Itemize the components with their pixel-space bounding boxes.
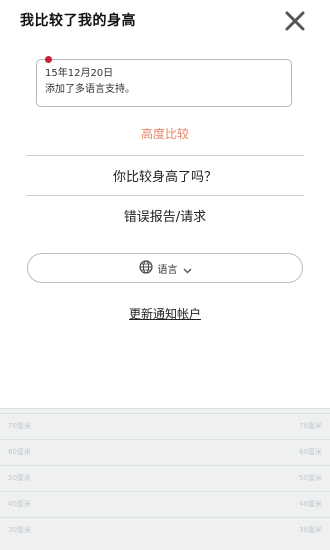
language-button[interactable]: 语言: [27, 253, 303, 283]
scale-row: 40厘米 40厘米: [0, 491, 330, 518]
scale-label-left: 70厘米: [8, 422, 31, 430]
scale-label-right: 70厘米: [299, 422, 322, 430]
scale-label-left: 40厘米: [8, 500, 31, 508]
close-icon[interactable]: [282, 8, 308, 34]
background-height-scale: 70厘米 70厘米 60厘米 60厘米 50厘米 50厘米 40厘米 40厘米 …: [0, 408, 330, 550]
scale-row: 60厘米 60厘米: [0, 439, 330, 466]
globe-icon: [138, 259, 153, 278]
update-link-label[interactable]: 更新通知帐户: [129, 307, 201, 321]
scale-row: 50厘米 50厘米: [0, 465, 330, 492]
scale-label-left: 30厘米: [8, 526, 31, 534]
scale-label-right: 40厘米: [299, 500, 322, 508]
scale-label-right: 60厘米: [299, 448, 322, 456]
language-label: 语言: [157, 264, 178, 276]
scale-row: 70厘米 70厘米: [0, 413, 330, 440]
news-date: 15年12月20日: [45, 68, 114, 79]
height-compare-button[interactable]: 高度比较: [24, 125, 306, 142]
notification-dot: [45, 56, 52, 63]
news-box: 15年12月20日 添加了多语言支持。: [36, 56, 292, 107]
scale-label-left: 60厘米: [8, 448, 31, 456]
scale-label-right: 50厘米: [299, 474, 322, 482]
compare-height-question-button[interactable]: 你比较身高了吗？: [24, 166, 306, 185]
update-notification-account-link[interactable]: 更新通知帐户: [0, 305, 330, 322]
error-report-button[interactable]: 错误报告/请求: [24, 206, 306, 225]
news-text: 添加了多语言支持。: [45, 84, 135, 95]
chevron-down-icon: [183, 259, 192, 278]
scale-label-left: 50厘米: [8, 474, 31, 482]
divider: [26, 155, 304, 156]
scale-row: 30厘米 30厘米: [0, 517, 330, 544]
scale-label-right: 30厘米: [299, 526, 322, 534]
divider: [26, 195, 304, 196]
dialog-title: 我比较了我的身高: [20, 13, 136, 29]
